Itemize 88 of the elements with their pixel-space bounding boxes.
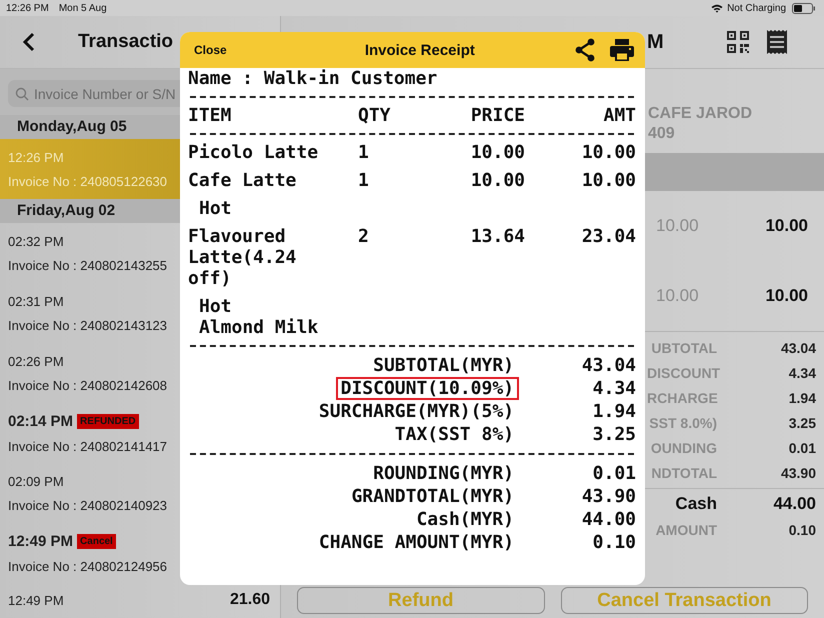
summary-label: SUBTOTAL(MYR) [372, 354, 515, 377]
invoice-number: Invoice No : 240802142608 [8, 378, 168, 392]
item-quantity: 1 [357, 142, 370, 163]
summary-value: 1.94 [592, 400, 636, 423]
summary-label: OUNDING [650, 440, 717, 456]
summary-label: GRANDTOTAL(MYR) [350, 485, 515, 508]
summary-label: RCHARGE [647, 390, 717, 406]
summary-value: 0.01 [788, 440, 816, 456]
status-date: Mon 5 Aug [58, 2, 107, 14]
transaction-time: 02:26 PM [8, 354, 64, 368]
invoice-number: Invoice No : 240802140923 [8, 498, 168, 512]
column-header: PRICE [470, 105, 525, 126]
payment-value: 44.00 [773, 494, 816, 514]
item-amount: 23.04 [580, 226, 636, 249]
invoice-number: Invoice No : 240802143255 [8, 258, 168, 272]
item-modifier: Hot [199, 198, 233, 219]
invoice-number: Invoice No : 240802143123 [8, 318, 168, 332]
close-button[interactable]: Close [194, 43, 227, 57]
transaction-time: 12:49 PM [8, 592, 64, 608]
qr-code-icon[interactable] [726, 30, 750, 54]
item-price: 10.00 [470, 170, 525, 191]
summary-label: CHANGE AMOUNT(MYR) [318, 531, 515, 554]
item-modifier: Almond Milk [199, 317, 320, 338]
summary-label: SST 8.0%) [648, 414, 717, 430]
transaction-row[interactable]: 12:49 PM 21.60 [0, 583, 280, 617]
invoice-number: Invoice No : 240805122630 [8, 174, 168, 188]
search-icon [15, 87, 29, 101]
dialog-title: Invoice Receipt [364, 42, 476, 58]
invoice-number: Invoice No : 240802141417 [8, 438, 168, 454]
status-time: 12:26 PM [6, 2, 49, 14]
summary-value: 43.04 [580, 354, 636, 377]
receipt-icon[interactable] [766, 29, 788, 55]
item-quantity: 2 [357, 226, 370, 249]
transaction-time: 02:09 PM [8, 474, 64, 488]
page-title: Transactio [78, 31, 174, 53]
summary-label: NDTOTAL [650, 464, 717, 480]
summary-value: 43.90 [580, 485, 636, 508]
item-amount: 10.00 [580, 170, 636, 191]
battery-status: Not Charging [727, 2, 786, 14]
summary-value: 1.94 [788, 390, 816, 406]
summary-value: 3.25 [788, 414, 816, 430]
summary-value: 43.04 [780, 340, 816, 356]
summary-label: Cash(MYR) [415, 508, 515, 531]
store-name: CAFE JAROD [648, 105, 754, 123]
transaction-amount: 21.60 [230, 591, 271, 609]
summary-label: UBTOTAL [650, 340, 717, 356]
payment-value: 0.10 [788, 522, 816, 538]
status-badge: REFUNDED [77, 414, 139, 428]
page-title: M [647, 30, 664, 54]
transaction-time: 12:26 PM [8, 150, 64, 164]
column-header: AMT [602, 105, 636, 126]
summary-value: 4.34 [592, 377, 636, 400]
summary-label: ROUNDING(MYR) [372, 462, 515, 485]
item-price: 10.00 [656, 216, 699, 236]
item-price: 10.00 [470, 142, 525, 163]
store-code: 409 [648, 125, 676, 143]
summary-label: SURCHARGE(MYR)(5%) [318, 400, 515, 423]
item-modifier: Hot [199, 296, 233, 317]
column-header: QTY [357, 105, 392, 126]
status-badge: Cancel [77, 534, 116, 548]
summary-value: 4.34 [788, 364, 816, 380]
transaction-time: 02:31 PM [8, 294, 64, 308]
transaction-time: 02:14 PM [8, 412, 74, 430]
item-amount: 10.00 [765, 216, 808, 236]
item-price: 13.64 [470, 226, 525, 249]
summary-value: 44.00 [580, 508, 636, 531]
invoice-number: Invoice No : 240802124956 [8, 558, 168, 574]
transaction-row[interactable]: 12:49 PM Cancel Invoice No : 240802124956 [0, 523, 280, 583]
summary-value: 0.10 [592, 531, 636, 554]
item-price: 10.00 [656, 286, 699, 306]
back-icon[interactable] [22, 32, 36, 52]
item-amount: 10.00 [765, 286, 808, 306]
share-icon[interactable] [573, 38, 597, 62]
wifi-icon [711, 4, 724, 12]
item-name: Flavoured Latte(4.24 off) [188, 226, 298, 289]
battery-icon [792, 2, 816, 14]
transaction-time: 12:49 PM [8, 532, 74, 550]
summary-label: TAX(SST 8%) [394, 423, 515, 446]
item-quantity: 1 [357, 170, 370, 191]
summary-value: 3.25 [592, 423, 636, 446]
item-amount: 10.00 [580, 142, 636, 163]
payment-label: AMOUNT [654, 522, 717, 538]
summary-value: 43.90 [780, 464, 816, 480]
transaction-row[interactable]: 02:14 PM REFUNDED Invoice No : 240802141417 [0, 403, 280, 463]
print-icon[interactable] [609, 38, 635, 62]
payment-label: Cash [674, 494, 717, 514]
transaction-time: 02:32 PM [8, 234, 64, 248]
summary-value: 0.01 [592, 462, 636, 485]
